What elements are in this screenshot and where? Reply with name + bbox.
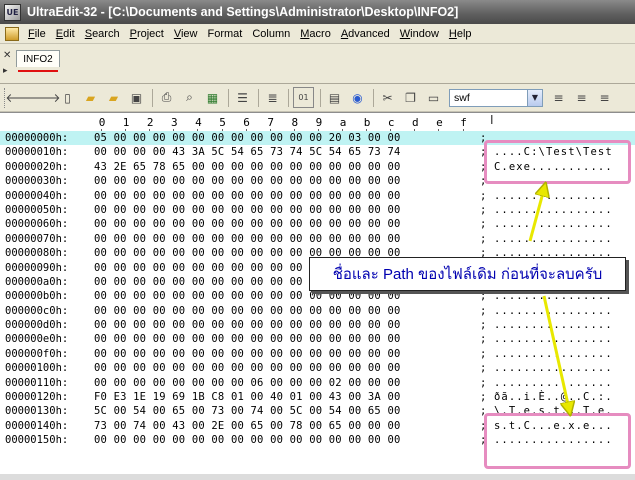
- menu-label: iew: [180, 27, 198, 40]
- menu-item-macro[interactable]: Macro: [295, 28, 336, 40]
- save-icon[interactable]: ▣: [127, 88, 146, 107]
- menu-label: ile: [34, 27, 46, 40]
- annotation-arrows: [528, 113, 635, 480]
- toolbar-separator: [258, 88, 259, 107]
- arrow-down: [542, 295, 569, 409]
- red-underline-annotation: [18, 70, 58, 72]
- menu-label: acro: [309, 27, 331, 40]
- menu-item-window[interactable]: Window: [395, 28, 444, 40]
- menu-item-search[interactable]: Search: [80, 28, 125, 40]
- align-right-icon[interactable]: ≡: [595, 88, 614, 107]
- tab-label: INFO2: [23, 53, 53, 65]
- print-preview-icon[interactable]: ⌕: [180, 88, 199, 107]
- annotation-text: ชื่อและ Path ของไฟล์เดิม ก่อนที่จะลบครับ: [332, 266, 603, 283]
- menu-item-advanced[interactable]: Advanced: [336, 28, 395, 40]
- menu-label: dit: [63, 27, 75, 40]
- menu-bar: File Edit Search Project View Format Column Mac…: [0, 24, 635, 44]
- paste-icon[interactable]: ▭: [424, 88, 443, 107]
- align-left-icon[interactable]: ≡: [549, 88, 568, 107]
- tab-info2[interactable]: INFO2: [16, 50, 60, 67]
- menu-label: roject: [136, 27, 164, 40]
- browser-icon[interactable]: ◉: [348, 88, 367, 107]
- document-menu-icon[interactable]: [5, 26, 19, 41]
- cut-icon[interactable]: ✂: [378, 88, 397, 107]
- menu-label: Format: [207, 27, 243, 40]
- tab-bar: ✕ ▸ INFO2: [0, 44, 635, 84]
- file-icon[interactable]: ▤: [325, 88, 344, 107]
- menu-item-help[interactable]: Help: [444, 28, 477, 40]
- hex-editor[interactable]: 0123456789abcdef I 00000000h: 05 00 00 00…: [0, 112, 635, 480]
- menu-mnemonic: P: [129, 27, 137, 40]
- toolbar-separator: [152, 88, 153, 107]
- menu-item-project[interactable]: Project: [125, 28, 169, 40]
- menu-label: dvanced: [348, 27, 390, 40]
- chevron-down-icon[interactable]: ▼: [527, 89, 542, 106]
- menu-mnemonic: E: [55, 27, 64, 40]
- menu-label: Column: [252, 27, 291, 40]
- print-icon[interactable]: ⎙: [157, 88, 176, 107]
- export-icon[interactable]: ▦: [203, 88, 222, 107]
- pin-icon[interactable]: ▸: [3, 66, 8, 76]
- menu-label: elp: [456, 27, 472, 40]
- title-bar[interactable]: UE UltraEdit-32 - [C:\Documents and Sett…: [0, 0, 635, 24]
- menu-mnemonic: W: [399, 27, 411, 40]
- menu-item-file[interactable]: File: [23, 28, 51, 40]
- toolbar-separator: [288, 88, 289, 107]
- copy-icon[interactable]: ❐: [401, 88, 420, 107]
- ultraedit-app-icon: UE: [4, 3, 21, 21]
- hex-mode-icon[interactable]: 01: [293, 87, 314, 108]
- annotation-callout: ชื่อและ Path ของไฟล์เดิม ก่อนที่จะลบครับ: [309, 257, 626, 291]
- menu-item-view[interactable]: View: [169, 28, 203, 40]
- close-icon[interactable]: ✕: [3, 50, 11, 61]
- menu-label: indow: [410, 27, 439, 40]
- menu-item-edit[interactable]: Edit: [51, 28, 80, 40]
- toolbar-separator: [228, 88, 229, 107]
- open-folder-icon[interactable]: ▰: [81, 88, 100, 107]
- menu-mnemonic: S: [84, 27, 93, 40]
- horizontal-scrollbar[interactable]: [0, 474, 635, 480]
- align-center-icon[interactable]: ≡: [572, 88, 591, 107]
- document-icon[interactable]: ☰: [233, 88, 252, 107]
- window-title: UltraEdit-32 - [C:\Documents and Setting…: [27, 5, 459, 19]
- new-file-icon[interactable]: ▯: [58, 88, 77, 107]
- toolbar: 🡐 🡒 ▯ ▰ ▰ ▣ ⎙ ⌕ ▦ ☰ ≣ 01 ▤ ◉ ✂ ❐ ▭ swf ▼…: [0, 84, 635, 112]
- menu-mnemonic: V: [173, 27, 181, 40]
- menu-mnemonic: F: [28, 27, 35, 40]
- open-folder-alt-icon[interactable]: ▰: [104, 88, 123, 107]
- find-combo-value: swf: [454, 91, 470, 104]
- find-combo[interactable]: swf ▼: [449, 88, 543, 107]
- toolbar-separator: [320, 88, 321, 107]
- menu-item-column[interactable]: Column: [247, 28, 295, 40]
- forward-icon[interactable]: 🡒: [28, 88, 60, 107]
- menu-mnemonic: H: [448, 27, 457, 40]
- toolbar-separator: [373, 88, 374, 107]
- arrow-up: [528, 189, 544, 242]
- menu-label: earch: [92, 27, 120, 40]
- word-wrap-icon[interactable]: ≣: [263, 88, 282, 107]
- menu-item-format[interactable]: Format: [203, 28, 248, 40]
